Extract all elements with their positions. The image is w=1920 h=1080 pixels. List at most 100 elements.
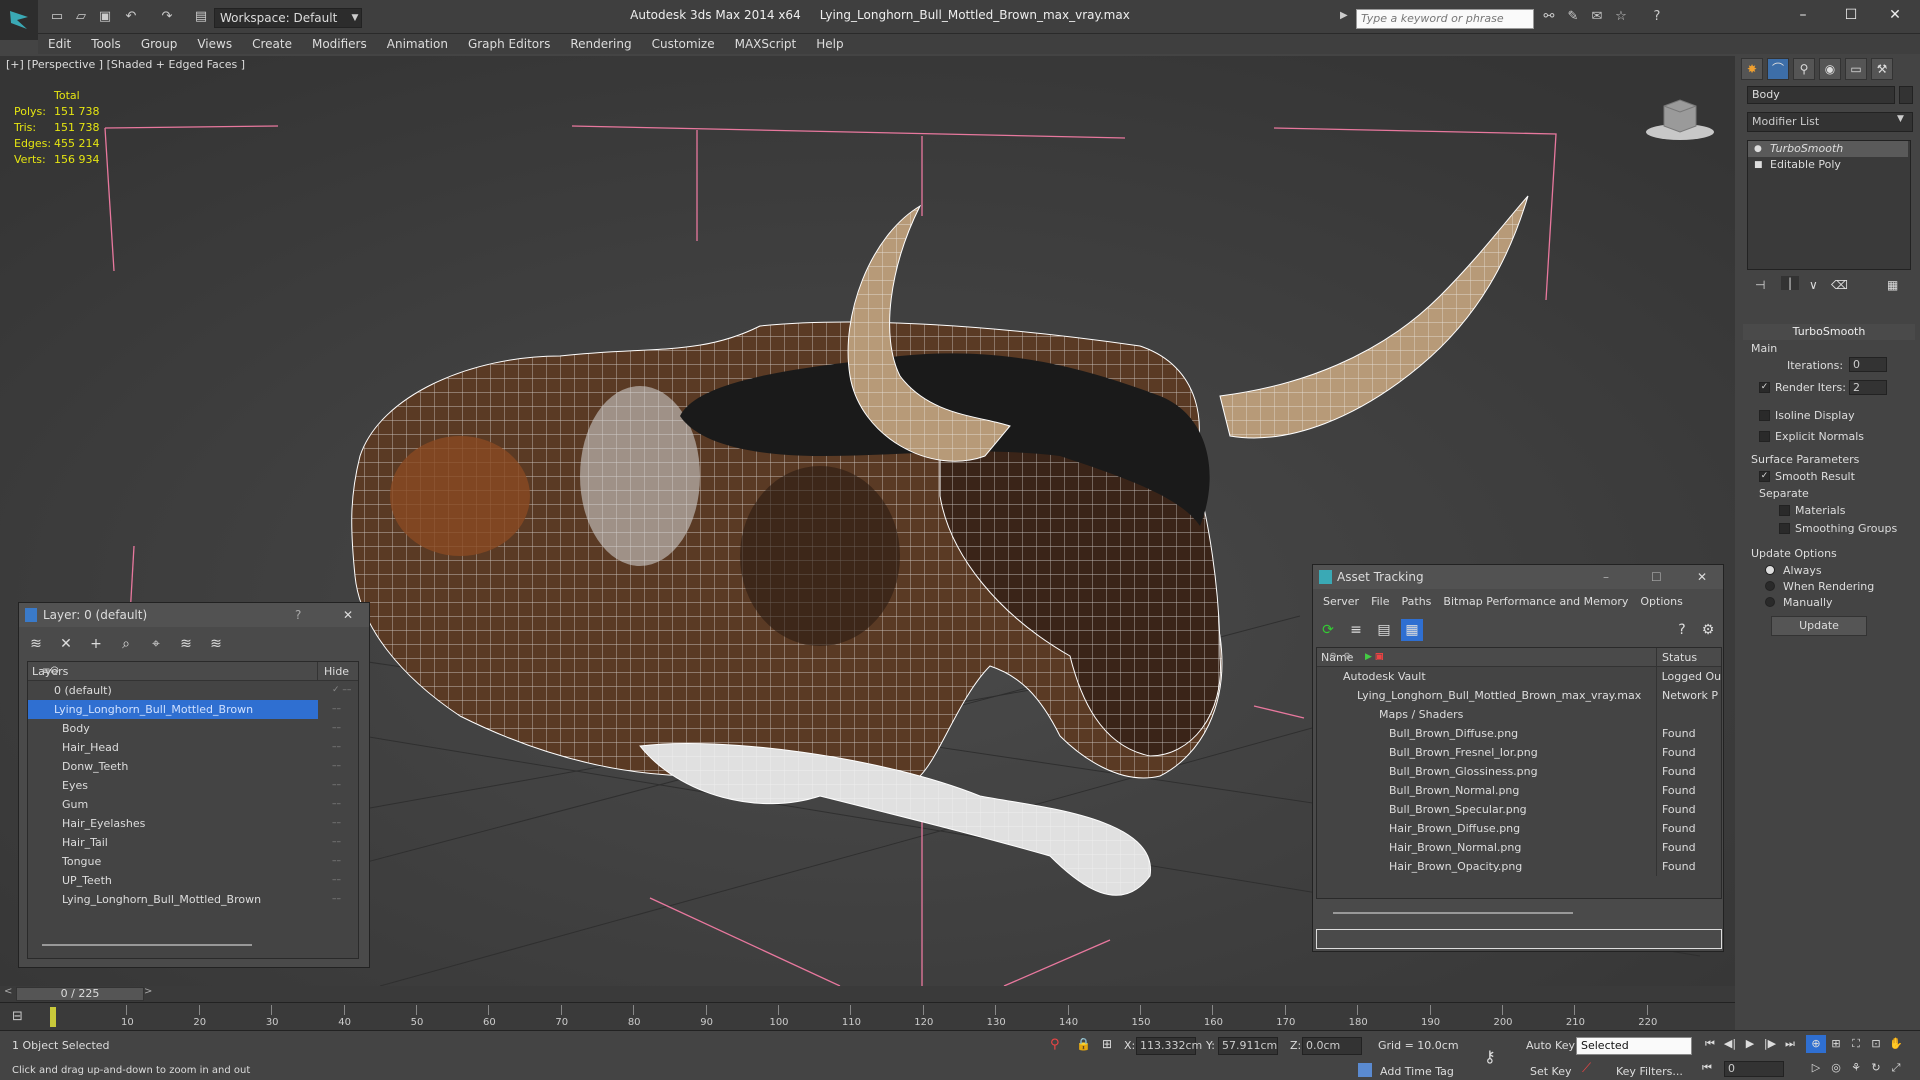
menu-help[interactable]: Help (806, 34, 853, 54)
hide-toggle-icon[interactable]: –– (318, 719, 341, 738)
time-tag-icon[interactable] (1358, 1063, 1372, 1077)
set-key-button[interactable]: Set Key (1530, 1065, 1572, 1078)
absolute-mode-icon[interactable]: ⊞ (1102, 1037, 1112, 1051)
modifier-list-dropdown[interactable]: Modifier List (1747, 112, 1913, 132)
render-iters-spinner[interactable]: 2 (1849, 380, 1887, 395)
isoline-checkbox[interactable] (1759, 410, 1770, 421)
asset-row[interactable]: ▣ Hair_Brown_Normal.png Found (1317, 652, 1721, 857)
minimize-icon[interactable]: – (1603, 565, 1609, 589)
hide-column-header[interactable]: Hide (318, 662, 349, 680)
open-file-icon[interactable]: ▱ (72, 9, 90, 25)
new-file-icon[interactable]: ▭ (48, 9, 66, 25)
layer-stack-icon[interactable]: ≋ (25, 633, 47, 655)
layer-row[interactable]: ⚇ Hair_Tail –– (28, 666, 358, 852)
asset-path-field[interactable] (1316, 929, 1722, 949)
layer-row[interactable]: ≡ Lying_Longhorn_Bull_Mottled_Brown –– (28, 666, 358, 719)
help-icon[interactable]: ? (1671, 619, 1693, 641)
smoothing-groups-checkbox[interactable] (1779, 523, 1790, 534)
hide-toggle-icon[interactable]: ✓ –– (318, 681, 351, 700)
zoom-icon[interactable]: ⊕ (1806, 1035, 1826, 1053)
create-tab-icon[interactable]: ✸ (1741, 58, 1763, 80)
menu-rendering[interactable]: Rendering (560, 34, 641, 54)
help-icon[interactable]: ? (1648, 9, 1666, 25)
display-tab-icon[interactable]: ▭ (1845, 58, 1867, 80)
set-key-icon[interactable]: ⟋ (1582, 1061, 1591, 1076)
always-radio[interactable] (1765, 565, 1775, 575)
key-filters-button[interactable]: Key Filters... (1616, 1065, 1683, 1078)
asset-row[interactable]: ▶ Maps / Shaders (1317, 652, 1721, 724)
configure-sets-icon[interactable]: ▦ (1887, 278, 1898, 292)
x-coordinate-field[interactable]: 113.332cm (1136, 1037, 1202, 1055)
motion-tab-icon[interactable]: ◉ (1819, 58, 1841, 80)
menu-customize[interactable]: Customize (642, 34, 725, 54)
app-logo-icon[interactable] (0, 0, 38, 40)
settings-icon[interactable]: ⚙ (1697, 619, 1719, 641)
select-in-layer-icon[interactable]: ⌕ (115, 633, 137, 655)
menu-maxscript[interactable]: MAXScript (725, 34, 807, 54)
time-slider-thumb[interactable]: 0 / 225 (16, 987, 144, 1001)
asset-menu-paths[interactable]: Paths (1396, 591, 1438, 613)
menu-animation[interactable]: Animation (377, 34, 458, 54)
stack-item-turbosmooth[interactable]: ● TurboSmooth (1748, 141, 1908, 157)
asset-menu-server[interactable]: Server (1317, 591, 1365, 613)
layer-panel-titlebar[interactable]: Layer: 0 (default) ? ✕ (19, 603, 369, 627)
layer-row[interactable]: ⚇ Donw_Teeth –– (28, 666, 358, 776)
asset-row[interactable]: ▣ Bull_Brown_Diffuse.png Found (1317, 652, 1721, 743)
hide-all-layers-icon[interactable]: ≋ (175, 633, 197, 655)
next-key-icon[interactable]: |▶ (1760, 1035, 1780, 1053)
close-icon[interactable]: ✕ (1697, 565, 1707, 589)
stack-item-editable-poly[interactable]: ■ Editable Poly (1748, 157, 1908, 173)
walk-through-icon[interactable]: ⚘ (1846, 1059, 1866, 1077)
goto-end-icon[interactable]: ⏭ (1780, 1035, 1800, 1053)
hide-toggle-icon[interactable]: –– (318, 738, 341, 757)
menu-group[interactable]: Group (131, 34, 188, 54)
pan-icon[interactable]: ✋ (1886, 1035, 1906, 1053)
chevron-down-icon[interactable]: ▼ (1897, 114, 1904, 124)
iterations-spinner[interactable]: 0 (1849, 357, 1887, 372)
layer-row[interactable]: ⚇ Tongue –– (28, 666, 358, 871)
list-view-icon[interactable]: ≡ (1345, 619, 1367, 641)
key-icon[interactable]: ⚷ (1484, 1047, 1496, 1066)
asset-menu-file[interactable]: File (1365, 591, 1395, 613)
asset-menu-bitmap-performance-and-memory[interactable]: Bitmap Performance and Memory (1437, 591, 1634, 613)
remove-modifier-icon[interactable]: ⌫ (1831, 278, 1848, 292)
highlight-layer-icon[interactable]: ⌖ (145, 633, 167, 655)
smooth-result-checkbox[interactable]: ✓ (1759, 471, 1770, 482)
current-frame-field[interactable]: 0 (1724, 1061, 1784, 1077)
show-end-result-icon[interactable]: | (1781, 276, 1799, 290)
viewport-label[interactable]: [+] [Perspective ] [Shaded + Edged Faces… (6, 58, 245, 71)
binoculars-icon[interactable]: ⚯ (1540, 9, 1558, 25)
hide-toggle-icon[interactable]: –– (318, 776, 341, 795)
play-icon[interactable]: ▶ (1740, 1035, 1760, 1053)
help-icon[interactable]: ? (295, 603, 301, 627)
orbit-icon[interactable]: ◎ (1826, 1059, 1846, 1077)
hierarchy-tab-icon[interactable]: ⚲ (1793, 58, 1815, 80)
render-iters-checkbox[interactable]: ✓ (1759, 382, 1770, 393)
modifier-stack[interactable]: ● TurboSmooth ■ Editable Poly (1747, 140, 1911, 270)
refresh-icon[interactable]: ⟳ (1317, 619, 1339, 641)
minimize-button[interactable]: – (1784, 4, 1822, 26)
track-bar[interactable]: ⊟ 10 20 30 40 50 60 70 80 90 100 110 120 130 140 150 16… (0, 1002, 1735, 1030)
add-time-tag[interactable]: Add Time Tag (1380, 1065, 1454, 1078)
key-mode-icon[interactable]: ⏮ (1702, 1061, 1712, 1075)
favorites-star-icon[interactable]: ☆ (1612, 9, 1630, 25)
asset-menu-options[interactable]: Options (1634, 591, 1688, 613)
goto-start-icon[interactable]: ⏮ (1700, 1035, 1720, 1053)
make-unique-icon[interactable]: ∨ (1809, 278, 1818, 292)
close-icon[interactable]: ✕ (343, 603, 353, 627)
expand-icon[interactable]: ■ (1754, 157, 1763, 173)
next-frame-icon[interactable]: > (144, 986, 152, 997)
update-button[interactable]: Update (1771, 616, 1867, 636)
explicit-normals-checkbox[interactable] (1759, 431, 1770, 442)
prev-frame-icon[interactable]: < (4, 986, 12, 997)
menu-tools[interactable]: Tools (81, 34, 131, 54)
zoom-extents-icon[interactable]: ⛶ (1846, 1035, 1866, 1053)
layer-list[interactable]: Layers Hide ≡ 0 (default) ✓ –– ≡ Lying_Longh… (27, 661, 359, 959)
viewcube-icon[interactable] (1644, 94, 1716, 142)
hide-toggle-icon[interactable]: –– (318, 757, 341, 776)
add-layer-icon[interactable]: + (85, 633, 107, 655)
time-slider[interactable]: < 0 / 225 > (0, 986, 1735, 1002)
pin-stack-icon[interactable]: ⊣ (1755, 278, 1765, 292)
object-name-field[interactable]: Body (1747, 86, 1895, 104)
menu-graph-editors[interactable]: Graph Editors (458, 34, 560, 54)
